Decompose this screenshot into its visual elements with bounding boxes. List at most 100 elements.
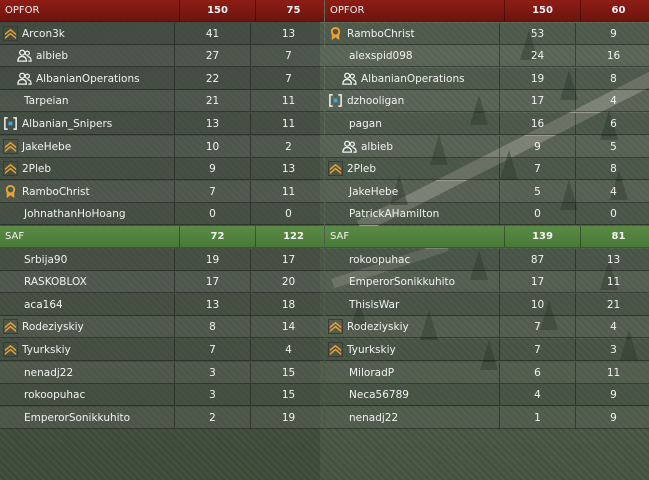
player-row[interactable]: EmperorSonikkuhito 17 11 [325,271,649,293]
player-row[interactable]: Arcon3k 41 13 [0,23,324,45]
player-name: albieb [361,140,394,153]
player-icon-slot [327,205,347,223]
player-row[interactable]: Tyurkskiy 7 3 [325,339,649,361]
player-icon-slot [327,47,347,65]
player-row[interactable]: 2Pleb 9 13 [0,158,324,180]
player-name-cell: JakeHebe [325,183,499,201]
player-name-cell: Srbija90 [0,251,174,269]
player-name: AlbanianOperations [36,72,140,85]
player-row[interactable]: MiloradP 6 11 [325,362,649,384]
player-name: MiloradP [349,366,395,379]
player-score: 9 [174,158,250,179]
player-name: rokoopuhac [349,253,411,266]
player-name: albieb [36,49,69,62]
player-score: 3 [174,384,250,405]
friends-icon [341,139,357,154]
rank-chevron-icon [327,319,343,334]
player-icon-slot [2,296,22,314]
player-row[interactable]: alexspid098 24 16 [325,45,649,67]
player-deaths: 7 [250,45,326,66]
player-name: RamboChrist [347,27,415,40]
player-name: pagan [349,117,382,130]
player-icon-slot [0,160,20,178]
player-row[interactable]: Albanian_Snipers 13 11 [0,113,324,135]
player-row[interactable]: rokoopuhac 3 15 [0,384,324,406]
player-row[interactable]: albieb 9 5 [325,136,649,158]
player-score: 24 [499,45,575,66]
player-row[interactable]: aca164 13 18 [0,294,324,316]
player-row[interactable]: albieb 27 7 [0,45,324,67]
player-row[interactable]: RASKOBLOX 17 20 [0,271,324,293]
player-name-cell: pagan [325,115,499,133]
player-row[interactable]: nenadj22 3 15 [0,362,324,384]
player-deaths: 4 [575,181,649,202]
player-name-cell: nenadj22 [325,409,499,427]
player-row[interactable]: Rodeziyskiy 7 4 [325,316,649,338]
player-deaths: 13 [250,23,326,44]
player-row[interactable]: RamboChrist 53 9 [325,23,649,45]
player-row[interactable]: Tyurkskiy 7 4 [0,339,324,361]
player-icon-slot [327,183,347,201]
player-row[interactable]: pagan 16 6 [325,113,649,135]
team-header-saf: SAF 72 122 [0,226,324,248]
player-row[interactable]: 2Pleb 7 8 [325,158,649,180]
player-name-cell: albieb [0,47,174,65]
team-deaths: 81 [580,226,649,247]
team-score: 72 [179,226,255,247]
player-row[interactable]: JakeHebe 10 2 [0,136,324,158]
player-deaths: 21 [575,294,649,315]
player-icon-slot [0,138,20,156]
player-row[interactable]: Neca56789 4 9 [325,384,649,406]
player-score: 10 [499,294,575,315]
player-deaths: 13 [575,249,649,270]
player-deaths: 14 [250,316,326,337]
player-name: AlbanianOperations [361,72,465,85]
player-row[interactable]: JakeHebe 5 4 [325,181,649,203]
player-deaths: 9 [575,23,649,44]
player-row[interactable]: JohnathanHoHoang 0 0 [0,203,324,225]
player-icon-slot [327,364,347,382]
player-icon-slot [14,70,34,88]
player-score: 87 [499,249,575,270]
player-icon-slot [2,409,22,427]
player-name-cell: albieb [325,138,499,156]
team-name: SAF [5,231,25,242]
player-icon-slot [2,364,22,382]
player-row[interactable]: rokoopuhac 87 13 [325,249,649,271]
player-score: 7 [499,339,575,360]
player-row[interactable]: EmperorSonikkuhito 2 19 [0,407,324,429]
player-row[interactable]: AlbanianOperations 22 7 [0,68,324,90]
player-name: dzhooligan [347,94,405,107]
player-row[interactable]: nenadj22 1 9 [325,407,649,429]
player-row[interactable]: dzhooligan 17 4 [325,90,649,112]
player-name-cell: Tarpeian [0,92,174,110]
player-icon-slot [325,92,345,110]
player-row[interactable]: AlbanianOperations 19 8 [325,68,649,90]
player-deaths: 4 [575,90,649,111]
player-name-cell: rokoopuhac [325,251,499,269]
player-deaths: 3 [575,339,649,360]
player-score: 13 [174,113,250,134]
player-score: 53 [499,23,575,44]
team-score: 139 [504,226,580,247]
player-name-cell: RamboChrist [0,183,174,201]
player-score: 2 [174,407,250,428]
rank-chevron-icon [2,342,18,357]
player-score: 19 [499,68,575,89]
player-name-cell: JohnathanHoHoang [0,205,174,223]
player-name: PatrickAHamilton [349,207,440,220]
player-row[interactable]: PatrickAHamilton 0 0 [325,203,649,225]
player-name: Albanian_Snipers [22,117,113,130]
player-deaths: 8 [575,158,649,179]
player-row[interactable]: ThislsWar 10 21 [325,294,649,316]
player-deaths: 20 [250,271,326,292]
player-row[interactable]: Srbija90 19 17 [0,249,324,271]
team-name: SAF [330,231,350,242]
team-name: OPFOR [330,5,365,16]
player-name-cell: JakeHebe [0,138,174,156]
player-row[interactable]: Rodeziyskiy 8 14 [0,316,324,338]
player-deaths: 16 [575,45,649,66]
player-row[interactable]: RamboChrist 7 11 [0,181,324,203]
team-name: OPFOR [5,5,40,16]
player-row[interactable]: Tarpeian 21 11 [0,90,324,112]
